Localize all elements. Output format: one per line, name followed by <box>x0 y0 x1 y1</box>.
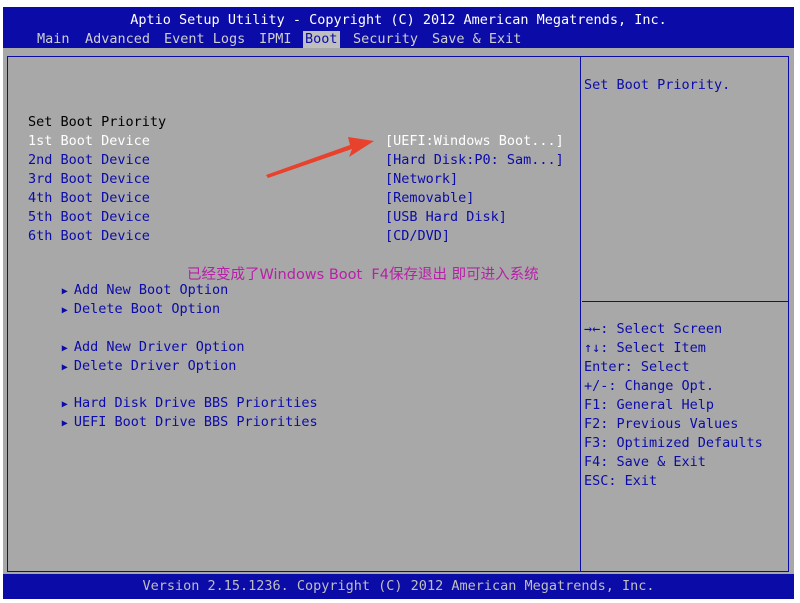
boot-device-6-value[interactable]: [CD/DVD] <box>385 228 450 245</box>
help-text: Set Boot Priority. <box>584 77 731 93</box>
tab-save-exit[interactable]: Save & Exit <box>430 31 523 48</box>
boot-device-4-label[interactable]: 4th Boot Device <box>28 190 150 207</box>
tab-boot[interactable]: Boot <box>303 31 340 48</box>
panel-divider <box>580 57 581 571</box>
submenu-uefi-bbs-priorities[interactable]: ▶ UEFI Boot Drive BBS Priorities <box>13 397 318 449</box>
key-help-select-item: ↑↓: Select Item <box>584 340 706 356</box>
boot-device-5-label[interactable]: 5th Boot Device <box>28 209 150 226</box>
annotation-text: 已经变成了Windows Boot F4保存退出 即可进入系统 <box>187 267 539 283</box>
red-arrow-icon <box>266 137 374 178</box>
tab-ipmi[interactable]: IPMI <box>257 31 294 48</box>
boot-device-3-label[interactable]: 3rd Boot Device <box>28 171 150 188</box>
submenu-arrow-icon: ▶ <box>61 418 68 429</box>
key-help-f2: F2: Previous Values <box>584 416 739 432</box>
tab-advanced[interactable]: Advanced <box>83 31 152 48</box>
boot-device-5-value[interactable]: [USB Hard Disk] <box>385 209 507 226</box>
boot-device-3-value[interactable]: [Network] <box>385 171 458 188</box>
tab-main[interactable]: Main <box>35 31 72 48</box>
boot-device-6-label[interactable]: 6th Boot Device <box>28 228 150 245</box>
key-help-f4: F4: Save & Exit <box>584 454 706 470</box>
submenu-arrow-icon: ▶ <box>61 362 68 373</box>
key-help-select-screen: →←: Select Screen <box>584 321 723 337</box>
boot-device-2-label[interactable]: 2nd Boot Device <box>28 152 150 169</box>
app-title: Aptio Setup Utility - Copyright (C) 2012… <box>130 12 667 28</box>
bios-frame: Aptio Setup Utility - Copyright (C) 2012… <box>3 7 794 599</box>
boot-device-2-value[interactable]: [Hard Disk:P0: Sam...] <box>385 152 564 169</box>
key-help-change-opt: +/-: Change Opt. <box>584 378 715 394</box>
key-help-f3: F3: Optimized Defaults <box>584 435 763 451</box>
boot-device-1-value[interactable]: [UEFI:Windows Boot...] <box>385 133 564 150</box>
version-text: Version 2.15.1236. Copyright (C) 2012 Am… <box>142 578 655 594</box>
submenu-arrow-icon: ▶ <box>61 305 68 316</box>
boot-device-4-value[interactable]: [Removable] <box>385 190 474 207</box>
title-bar: Aptio Setup Utility - Copyright (C) 2012… <box>3 7 794 48</box>
footer-bar: Version 2.15.1236. Copyright (C) 2012 Am… <box>3 574 794 599</box>
key-help-esc: ESC: Exit <box>584 473 658 489</box>
boot-device-1-label[interactable]: 1st Boot Device <box>28 133 150 150</box>
key-help-enter: Enter: Select <box>584 359 690 375</box>
tab-security[interactable]: Security <box>351 31 420 48</box>
section-title: Set Boot Priority <box>28 114 167 130</box>
main-panel: Set Boot Priority 1st Boot Device [UEFI:… <box>7 56 789 572</box>
tab-event-logs[interactable]: Event Logs <box>162 31 247 48</box>
help-divider <box>582 301 788 302</box>
key-help-f1: F1: General Help <box>584 397 715 413</box>
